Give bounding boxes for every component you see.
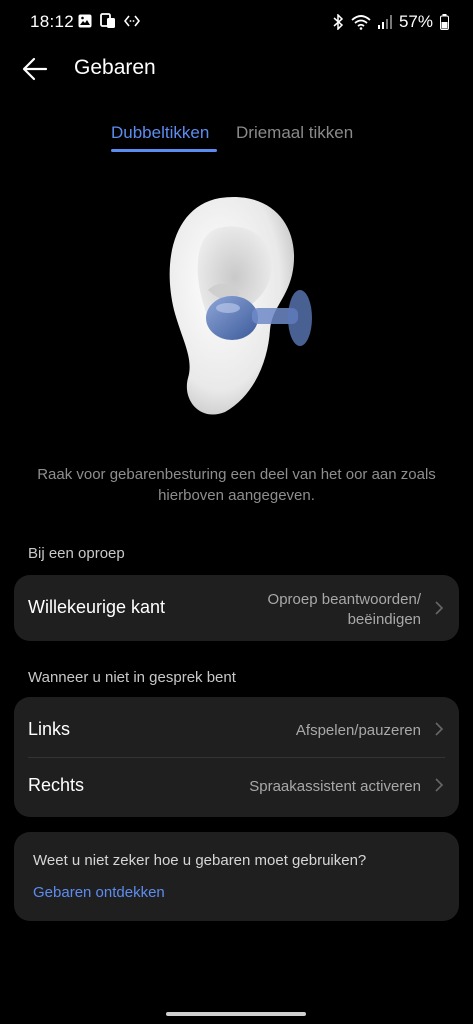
tab-triple-tap[interactable]: Driemaal tikken bbox=[236, 123, 353, 143]
signal-icon bbox=[377, 15, 392, 29]
chevron-right-icon bbox=[435, 601, 444, 615]
app-bar: Gebaren bbox=[0, 44, 473, 94]
bluetooth-icon bbox=[333, 14, 344, 30]
wifi-icon bbox=[351, 15, 371, 30]
tab-bar: Dubbeltikken Driemaal tikken bbox=[0, 118, 473, 158]
status-right-icons: 57% bbox=[332, 12, 449, 32]
back-button[interactable] bbox=[22, 52, 62, 86]
active-tab-indicator bbox=[111, 149, 217, 152]
gallery-icon bbox=[78, 14, 92, 28]
row-right[interactable]: Rechts Spraakassistent activeren bbox=[14, 757, 459, 817]
row-value-any-side-line1: Oproep beantwoorden/ bbox=[267, 591, 421, 608]
row-value-left: Afspelen/pauzeren bbox=[295, 722, 421, 739]
battery-percentage: 57% bbox=[398, 12, 433, 31]
cast-icon bbox=[100, 13, 115, 28]
status-time: 18:12 bbox=[30, 12, 75, 31]
tab-double-tap[interactable]: Dubbeltikken bbox=[111, 123, 209, 143]
idle-settings-card: Links Afspelen/pauzeren Rechts Spraakass… bbox=[14, 697, 459, 817]
status-bar: 18:12 57% bbox=[0, 0, 473, 44]
call-settings-card: Willekeurige kant Oproep beantwoorden/ b… bbox=[14, 575, 459, 641]
section-label-call: Bij een oproep bbox=[28, 545, 125, 562]
row-title-left: Links bbox=[28, 719, 71, 739]
chevron-right-icon bbox=[435, 722, 444, 736]
home-indicator[interactable] bbox=[166, 1012, 306, 1016]
row-any-side[interactable]: Willekeurige kant Oproep beantwoorden/ b… bbox=[14, 575, 459, 641]
chevron-right-icon bbox=[435, 778, 444, 792]
battery-icon bbox=[440, 14, 449, 30]
row-value-any-side-line2: beëindigen bbox=[347, 611, 421, 628]
row-value-right: Spraakassistent activeren bbox=[249, 778, 421, 795]
page-title: Gebaren bbox=[74, 56, 156, 79]
status-left-icons bbox=[78, 13, 140, 29]
ear-with-earbud-illustration bbox=[169, 196, 312, 415]
row-value-any-side: Oproep beantwoorden/ beëindigen bbox=[268, 590, 421, 630]
row-title-any-side: Willekeurige kant bbox=[28, 597, 166, 617]
gesture-hint-text: Raak voor gebarenbesturing een deel van … bbox=[37, 466, 436, 504]
code-icon bbox=[124, 15, 140, 27]
row-left[interactable]: Links Afspelen/pauzeren bbox=[14, 697, 459, 757]
help-card: Weet u niet zeker hoe u gebaren moet geb… bbox=[14, 832, 459, 921]
back-arrow-icon bbox=[22, 57, 48, 81]
row-title-right: Rechts bbox=[28, 775, 85, 795]
help-question: Weet u niet zeker hoe u gebaren moet geb… bbox=[33, 852, 367, 869]
discover-gestures-link[interactable]: Gebaren ontdekken bbox=[33, 884, 165, 901]
section-label-idle: Wanneer u niet in gesprek bent bbox=[28, 669, 236, 686]
